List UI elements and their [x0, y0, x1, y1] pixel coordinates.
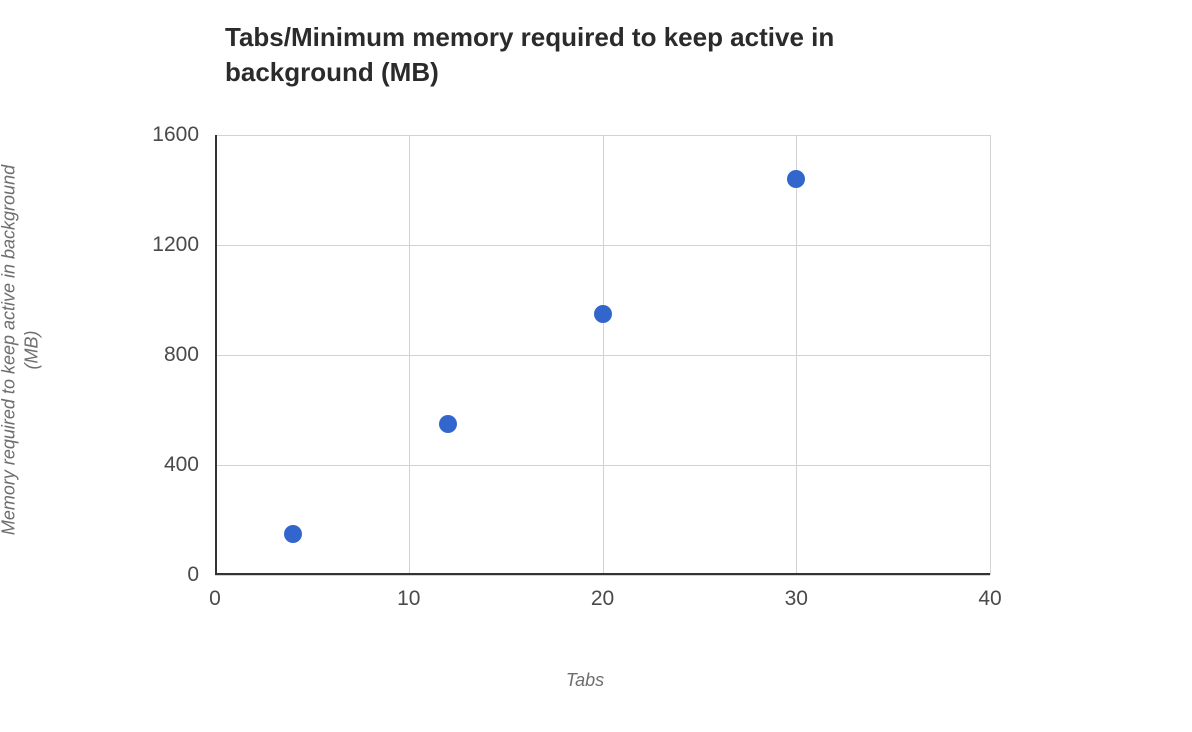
y-axis-line [215, 135, 217, 575]
y-tick-label: 1200 [119, 233, 199, 257]
data-point [439, 415, 457, 433]
gridline-v [990, 135, 991, 575]
plot-area: 040080012001600010203040 [215, 135, 990, 575]
x-tick-label: 30 [785, 587, 808, 611]
y-axis-label: Memory required to keep active in backgr… [0, 150, 43, 550]
y-tick-label: 1600 [119, 123, 199, 147]
y-tick-label: 400 [119, 453, 199, 477]
y-tick-label: 0 [119, 563, 199, 587]
x-axis-label: Tabs [566, 670, 604, 691]
x-tick-label: 20 [591, 587, 614, 611]
y-tick-label: 800 [119, 343, 199, 367]
x-tick-label: 40 [978, 587, 1001, 611]
chart-title: Tabs/Minimum memory required to keep act… [225, 20, 925, 90]
x-axis-line [215, 573, 990, 575]
gridline-v [603, 135, 604, 575]
gridline-h [215, 575, 990, 576]
x-tick-label: 0 [209, 587, 221, 611]
data-point [787, 170, 805, 188]
gridline-v [796, 135, 797, 575]
gridline-v [409, 135, 410, 575]
data-point [594, 305, 612, 323]
chart-container: Tabs/Minimum memory required to keep act… [0, 0, 1192, 732]
x-tick-label: 10 [397, 587, 420, 611]
data-point [284, 525, 302, 543]
